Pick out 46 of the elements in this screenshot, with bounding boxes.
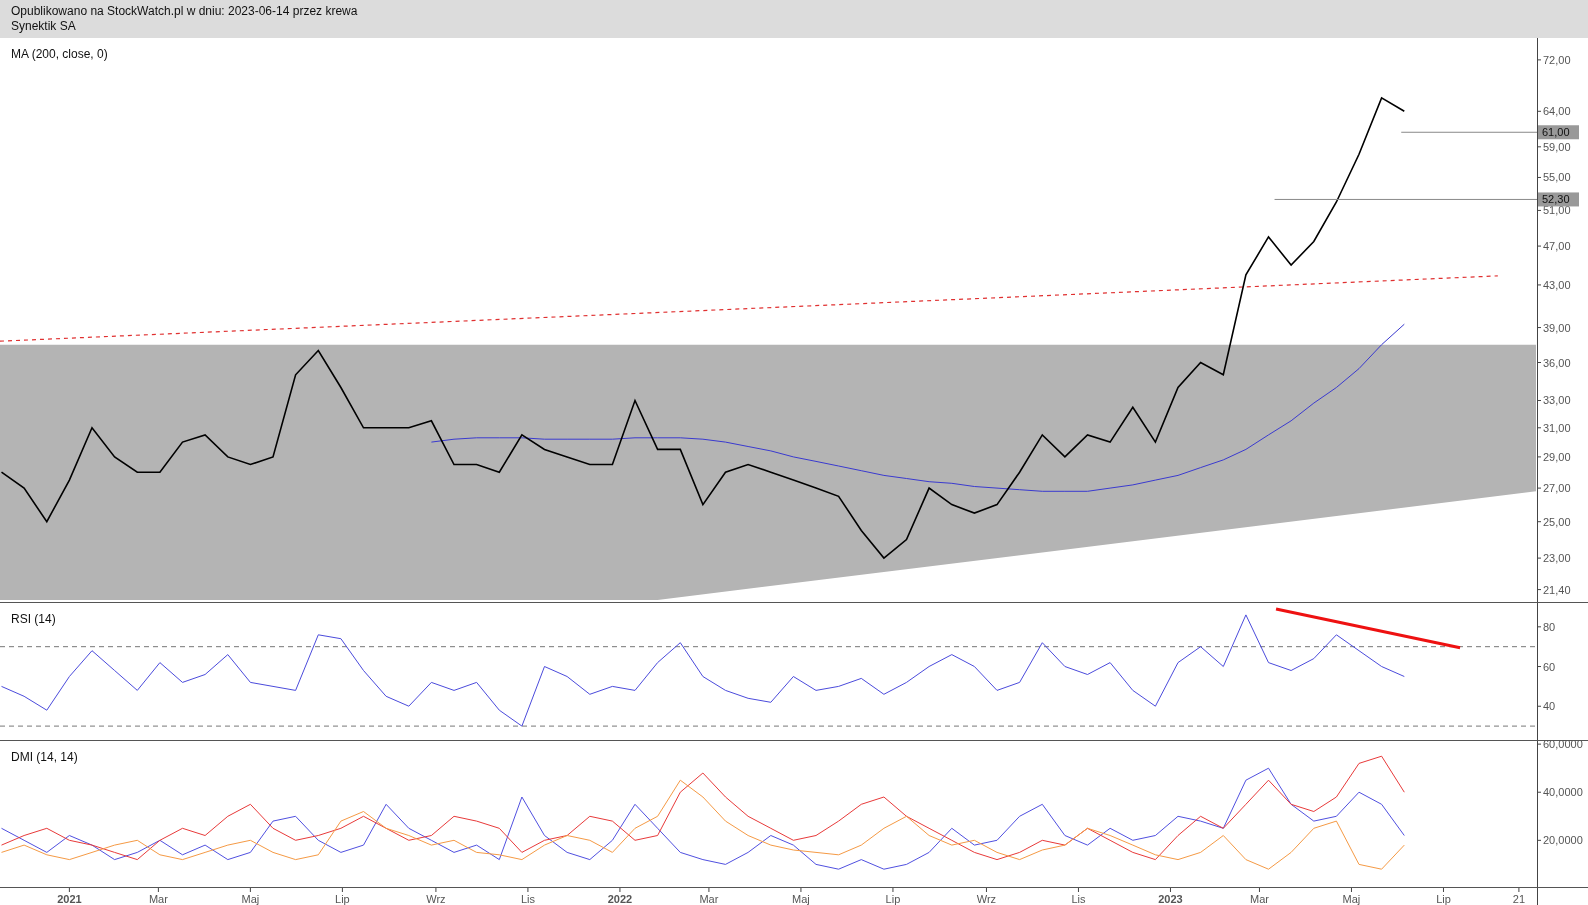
axis-tick-label: 80 — [1543, 620, 1556, 633]
axis-tick-label: 51,00 — [1543, 204, 1571, 217]
axis-tick-label: 25,00 — [1543, 515, 1571, 528]
axis-tick-label: 21 — [1512, 893, 1525, 905]
axis-tick-label: 27,00 — [1543, 482, 1571, 495]
axis-tick-label: Mar — [148, 893, 168, 905]
axis-tick-label: 33,00 — [1543, 394, 1571, 407]
indicator-title: RSI (14) — [11, 612, 56, 626]
axis-tick-label: 40 — [1543, 700, 1556, 713]
header-text: Opublikowano na StockWatch.pl w dniu: 2023-06-14 przez krewa — [11, 4, 358, 19]
axis-tick-label: 55,00 — [1543, 171, 1571, 184]
axis-tick-label: 29,00 — [1543, 450, 1571, 463]
axis-tick-label: 47,00 — [1543, 240, 1571, 253]
axis-tick-label: Lis — [1071, 893, 1086, 905]
axis-tick-label: Lip — [1436, 893, 1451, 905]
axis-tick-label: 36,00 — [1543, 356, 1571, 369]
axis-tick-label: 40,0000 — [1543, 786, 1583, 799]
axis-tick-label: 64,00 — [1543, 105, 1571, 118]
axis-tick-label: Maj — [1342, 893, 1361, 905]
axis-tick-label: Lip — [335, 893, 350, 905]
axis-tick-label: 43,00 — [1543, 278, 1571, 291]
axis-tick-label: 2023 — [1158, 893, 1183, 905]
axis-tick-label: 2021 — [57, 893, 82, 905]
axis-tick-label: 2022 — [607, 893, 633, 905]
axis-tick-label: Lip — [885, 893, 901, 905]
price-level-tag: 52,30 — [1538, 192, 1579, 207]
indicator-title: MA (200, close, 0) — [11, 47, 108, 61]
axis-tick-label: Wrz — [976, 893, 997, 905]
axis-tick-label: 60,0000 — [1543, 741, 1583, 751]
axis-tick-label: Maj — [792, 893, 810, 905]
axis-tick-label: Lis — [520, 893, 535, 905]
axis-tick-label: 59,00 — [1543, 140, 1571, 153]
axis-tick-label: Maj — [241, 893, 260, 905]
axis-tick-label: 39,00 — [1543, 321, 1571, 334]
indicator-title: DMI (14, 14) — [11, 750, 78, 764]
axis-tick-label: Mar — [699, 893, 719, 905]
axis-tick-label: Mar — [1250, 893, 1269, 905]
axis-tick-label: 23,00 — [1543, 552, 1571, 565]
axis-tick-label: 21,40 — [1543, 583, 1571, 596]
header-text: Synektik SA — [11, 19, 76, 34]
axis-tick-label: 31,00 — [1543, 421, 1571, 434]
axis-tick-label: Wrz — [426, 893, 446, 905]
axis-tick-label: 20,0000 — [1543, 834, 1583, 847]
price-level-tag: 61,00 — [1538, 125, 1579, 140]
axis-tick-label: 60 — [1543, 660, 1556, 673]
axis-tick-label: 72,00 — [1543, 53, 1571, 66]
